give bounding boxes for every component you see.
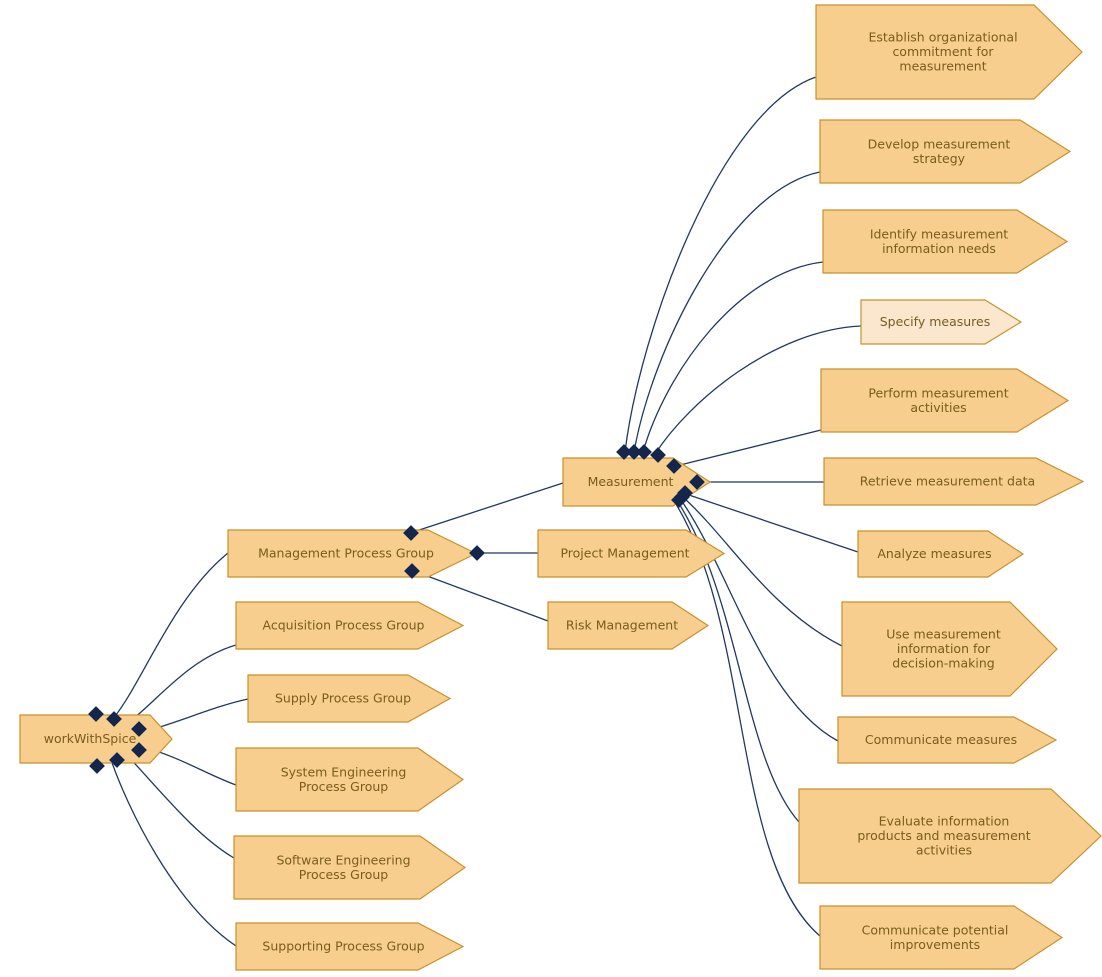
edge-management-to-measurement — [409, 482, 564, 534]
edge-measurement-to-perform-activities — [675, 429, 822, 467]
node-label-supporting-process-group: Supporting Process Group — [262, 938, 424, 953]
edge-measurement-to-establish — [624, 76, 817, 453]
node-label-communicate-measures: Communicate measures — [865, 732, 1017, 747]
node-system-engineering-process-group[interactable]: System Engineering Process Group — [235, 747, 465, 812]
process-breakdown-diagram: workWithSpice Management Process Group Acq… — [19, 4, 1102, 971]
edge-root-to-software-engineering — [124, 752, 235, 859]
nodes-layer: workWithSpice Management Process Group Acq… — [19, 4, 1102, 971]
node-label-system-engineering-process-group: System Engineering Process Group — [281, 764, 407, 794]
edge-measurement-to-communicate-measures — [680, 499, 839, 742]
node-project-management[interactable]: Project Management — [537, 529, 726, 578]
edge-root-to-supporting — [109, 756, 237, 947]
edges-layer — [109, 76, 862, 947]
node-risk-management[interactable]: Risk Management — [547, 601, 710, 650]
node-label-measurement: Measurement — [588, 474, 674, 489]
node-acquisition-process-group[interactable]: Acquisition Process Group — [235, 601, 465, 650]
node-label-workWithSpice: workWithSpice — [44, 731, 137, 746]
node-label-acquisition-process-group: Acquisition Process Group — [263, 617, 425, 632]
node-retrieve-measurement-data[interactable]: Retrieve measurement data — [823, 457, 1085, 506]
node-use-measurement-information-for-decision-making[interactable]: Use measurement information for decision-m… — [841, 601, 1058, 697]
node-label-retrieve-measurement-data: Retrieve measurement data — [860, 473, 1035, 488]
node-label-management-process-group: Management Process Group — [258, 545, 434, 560]
node-label-identify-measurement-information-needs: Identify measurement information needs — [870, 226, 1008, 256]
aggregation-diamond-d-meas-identify — [636, 444, 652, 460]
node-label-project-management: Project Management — [560, 545, 689, 560]
node-supply-process-group[interactable]: Supply Process Group — [247, 674, 452, 723]
node-label-analyze-measures: Analyze measures — [877, 546, 991, 561]
node-analyze-measures[interactable]: Analyze measures — [857, 530, 1025, 578]
node-supporting-process-group[interactable]: Supporting Process Group — [235, 922, 465, 971]
node-perform-measurement-activities[interactable]: Perform measurement activities — [820, 368, 1070, 433]
node-software-engineering-process-group[interactable]: Software Engineering Process Group — [233, 835, 467, 900]
node-establish-organizational-commitment[interactable]: Establish organizational commitment for me… — [815, 4, 1083, 100]
node-label-risk-management: Risk Management — [566, 617, 678, 632]
node-develop-measurement-strategy[interactable]: Develop measurement strategy — [819, 119, 1072, 184]
node-specify-measures[interactable]: Specify measures — [860, 299, 1023, 345]
edge-root-to-management — [109, 552, 229, 723]
node-communicate-measures[interactable]: Communicate measures — [837, 716, 1058, 764]
node-management-process-group[interactable]: Management Process Group — [227, 529, 478, 578]
node-label-specify-measures: Specify measures — [880, 314, 991, 329]
node-evaluate-information-products[interactable]: Evaluate information products and measure… — [798, 788, 1102, 884]
node-label-supply-process-group: Supply Process Group — [275, 690, 411, 705]
diagram-canvas-container: workWithSpice Management Process Group Acq… — [0, 0, 1102, 977]
node-label-use-measurement-information-for-decision-making: Use measurement information for decision-m… — [886, 626, 1001, 670]
node-identify-measurement-information-needs[interactable]: Identify measurement information needs — [822, 209, 1069, 274]
aggregation-diamond-d-mgmt-project — [469, 545, 485, 561]
node-communicate-potential-improvements[interactable]: Communicate potential improvements — [819, 905, 1064, 970]
edge-measurement-to-identify-needs — [642, 261, 824, 453]
node-workWithSpice[interactable]: workWithSpice — [19, 714, 173, 764]
